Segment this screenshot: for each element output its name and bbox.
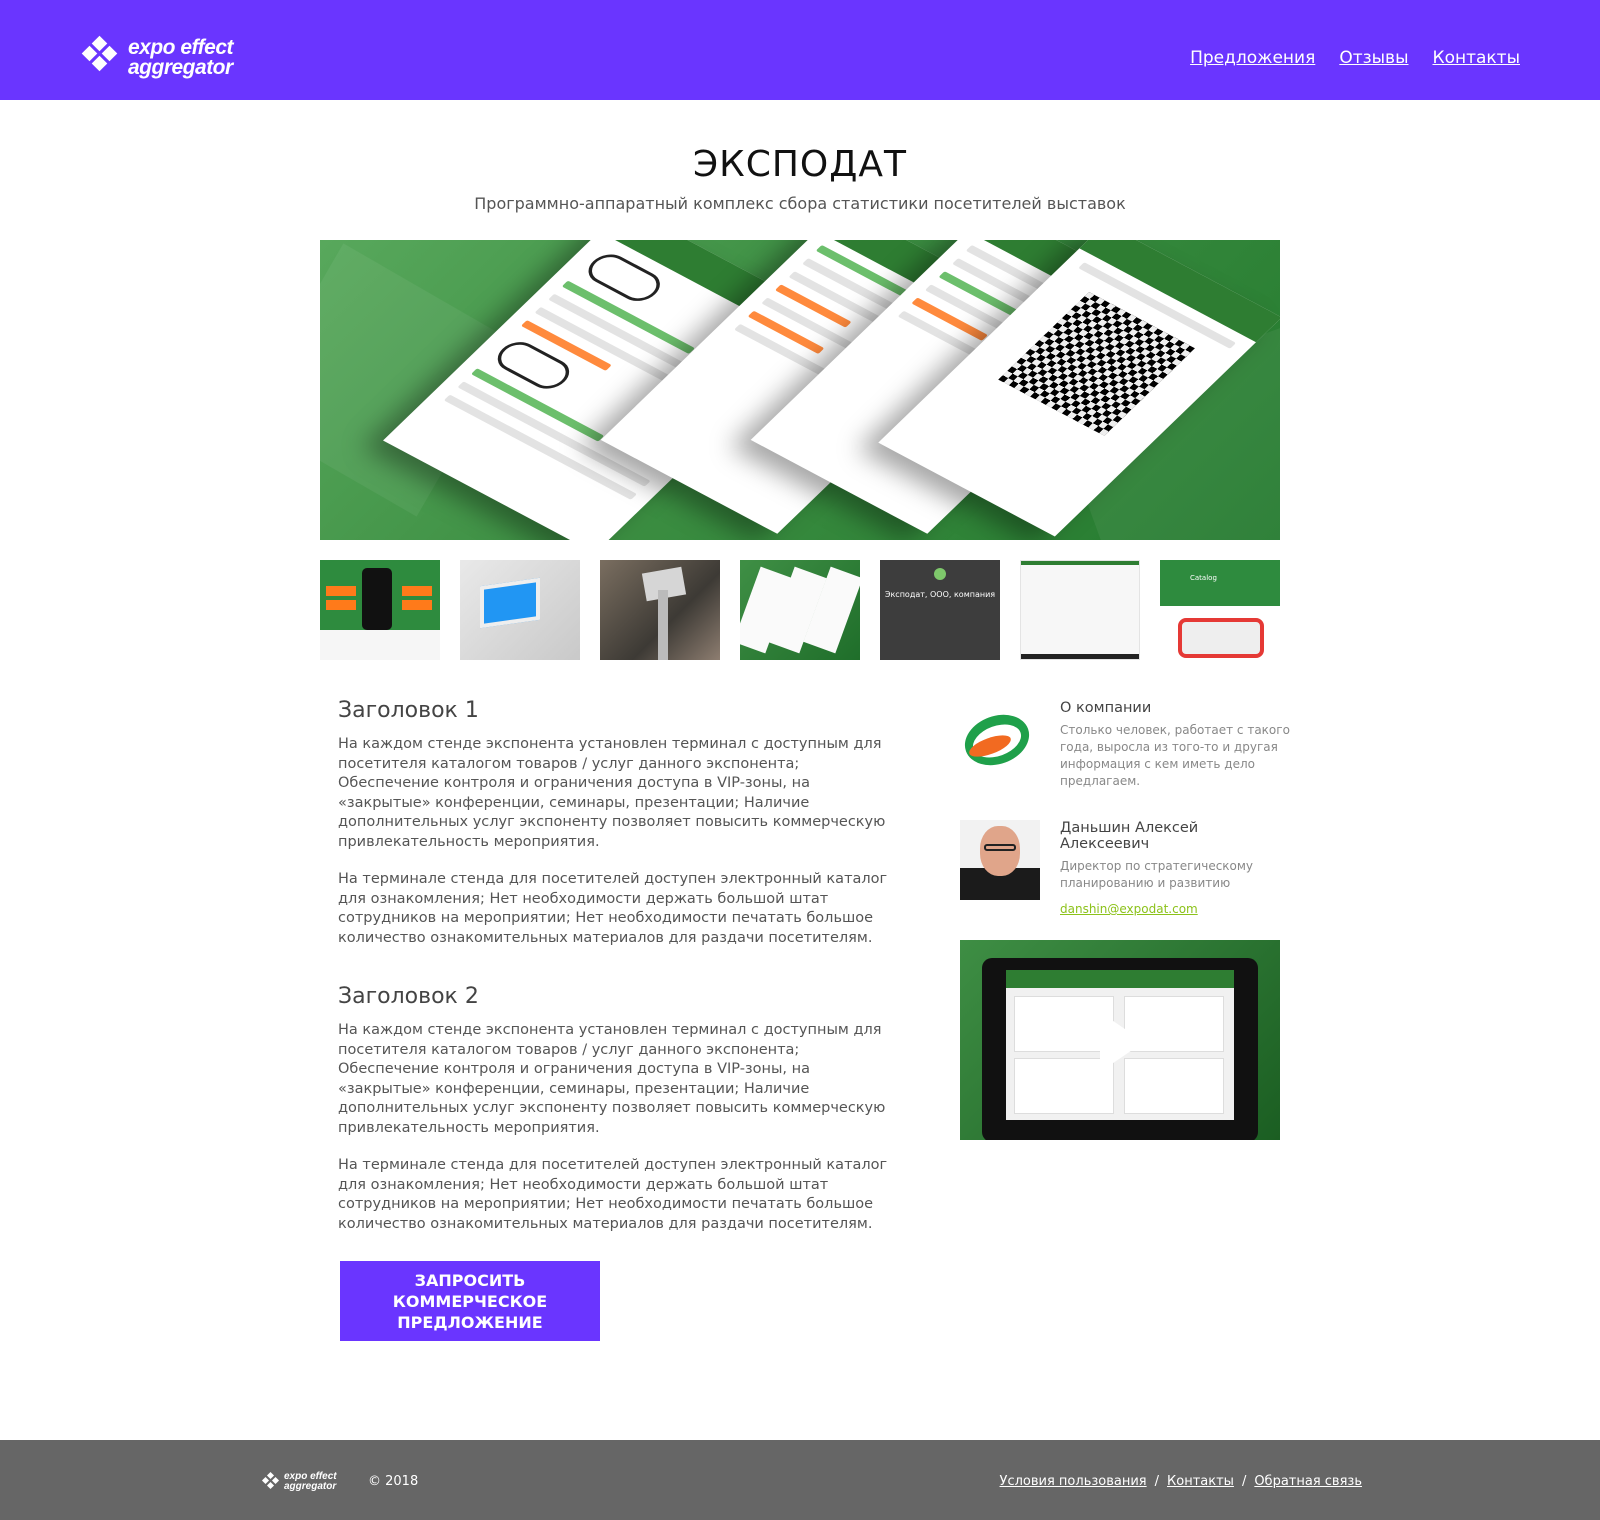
thumbnail-4[interactable] <box>740 560 860 660</box>
logo-text: expo effect aggregator <box>128 36 234 79</box>
hero-image <box>320 240 1280 540</box>
footer-separator: / <box>1241 1474 1247 1489</box>
page-subtitle: Программно-аппаратный комплекс сбора ста… <box>474 194 1126 213</box>
thumbnail-7-caption: Catalog <box>1190 574 1217 582</box>
section-paragraph: На каждом стенде экспонента установлен т… <box>338 1022 886 1136</box>
site-header: expo effect aggregator Предложения Отзыв… <box>0 0 1600 100</box>
section-heading: Заголовок 1 <box>338 698 479 723</box>
footer-logo[interactable]: expo effect aggregator <box>261 1471 337 1492</box>
logo[interactable]: expo effect aggregator <box>80 35 234 79</box>
section-paragraph: На терминале стенда для посетителей дост… <box>338 871 888 946</box>
logo-diamond-icon <box>261 1471 280 1491</box>
play-icon[interactable] <box>1100 1012 1144 1072</box>
company-title: О компании <box>1060 700 1152 716</box>
thumbnail-5[interactable]: Эксподат, ООО, компания <box>880 560 1000 660</box>
thumbnail-strip: Эксподат, ООО, компания Catalog <box>320 560 1280 660</box>
main-nav: Предложения Отзывы Контакты <box>1190 48 1520 68</box>
thumbnail-2[interactable] <box>460 560 580 660</box>
section-heading: Заголовок 2 <box>338 984 479 1009</box>
thumbnail-6[interactable] <box>1020 560 1140 660</box>
section-paragraph: На каждом стенде экспонента установлен т… <box>338 736 886 850</box>
thumbnail-3[interactable] <box>600 560 720 660</box>
footer-links: Условия пользования / Контакты / Обратна… <box>1000 1474 1362 1489</box>
request-offer-button[interactable]: ЗАПРОСИТЬ КОММЕРЧЕСКОЕ ПРЕДЛОЖЕНИЕ <box>340 1261 600 1341</box>
footer-link-terms[interactable]: Условия пользования <box>1000 1474 1147 1489</box>
nav-reviews[interactable]: Отзывы <box>1339 48 1408 68</box>
logo-diamond-icon <box>80 35 120 78</box>
thumbnail-5-caption: Эксподат, ООО, компания <box>884 590 996 599</box>
avatar <box>960 820 1040 900</box>
footer-separator: / <box>1154 1474 1160 1489</box>
thumbnail-7[interactable]: Catalog <box>1160 560 1280 660</box>
nav-offers[interactable]: Предложения <box>1190 48 1315 68</box>
content-column: Заголовок 1 На каждом стенде экспонента … <box>338 698 898 1252</box>
video-player[interactable] <box>960 940 1280 1140</box>
footer-link-contacts[interactable]: Контакты <box>1167 1474 1234 1489</box>
nav-contacts[interactable]: Контакты <box>1433 48 1521 68</box>
section-1: Заголовок 1 На каждом стенде экспонента … <box>338 698 898 948</box>
contact-role: Директор по стратегическому планированию… <box>1060 859 1254 890</box>
section-2: Заголовок 2 На каждом стенде экспонента … <box>338 984 898 1234</box>
contact-name: Даньшин Алексей Алексеевич <box>1060 820 1199 852</box>
company-description: Столько человек, работает с такого года,… <box>1060 723 1290 788</box>
contact-email-link[interactable]: danshin@expodat.com <box>1060 902 1198 916</box>
section-paragraph: На терминале стенда для посетителей дост… <box>338 1157 888 1232</box>
page-title: ЭКСПОДАТ <box>693 144 907 185</box>
company-logo <box>957 706 1037 774</box>
copyright: © 2018 <box>368 1474 419 1489</box>
footer-link-feedback[interactable]: Обратная связь <box>1254 1474 1362 1489</box>
thumbnail-1[interactable] <box>320 560 440 660</box>
